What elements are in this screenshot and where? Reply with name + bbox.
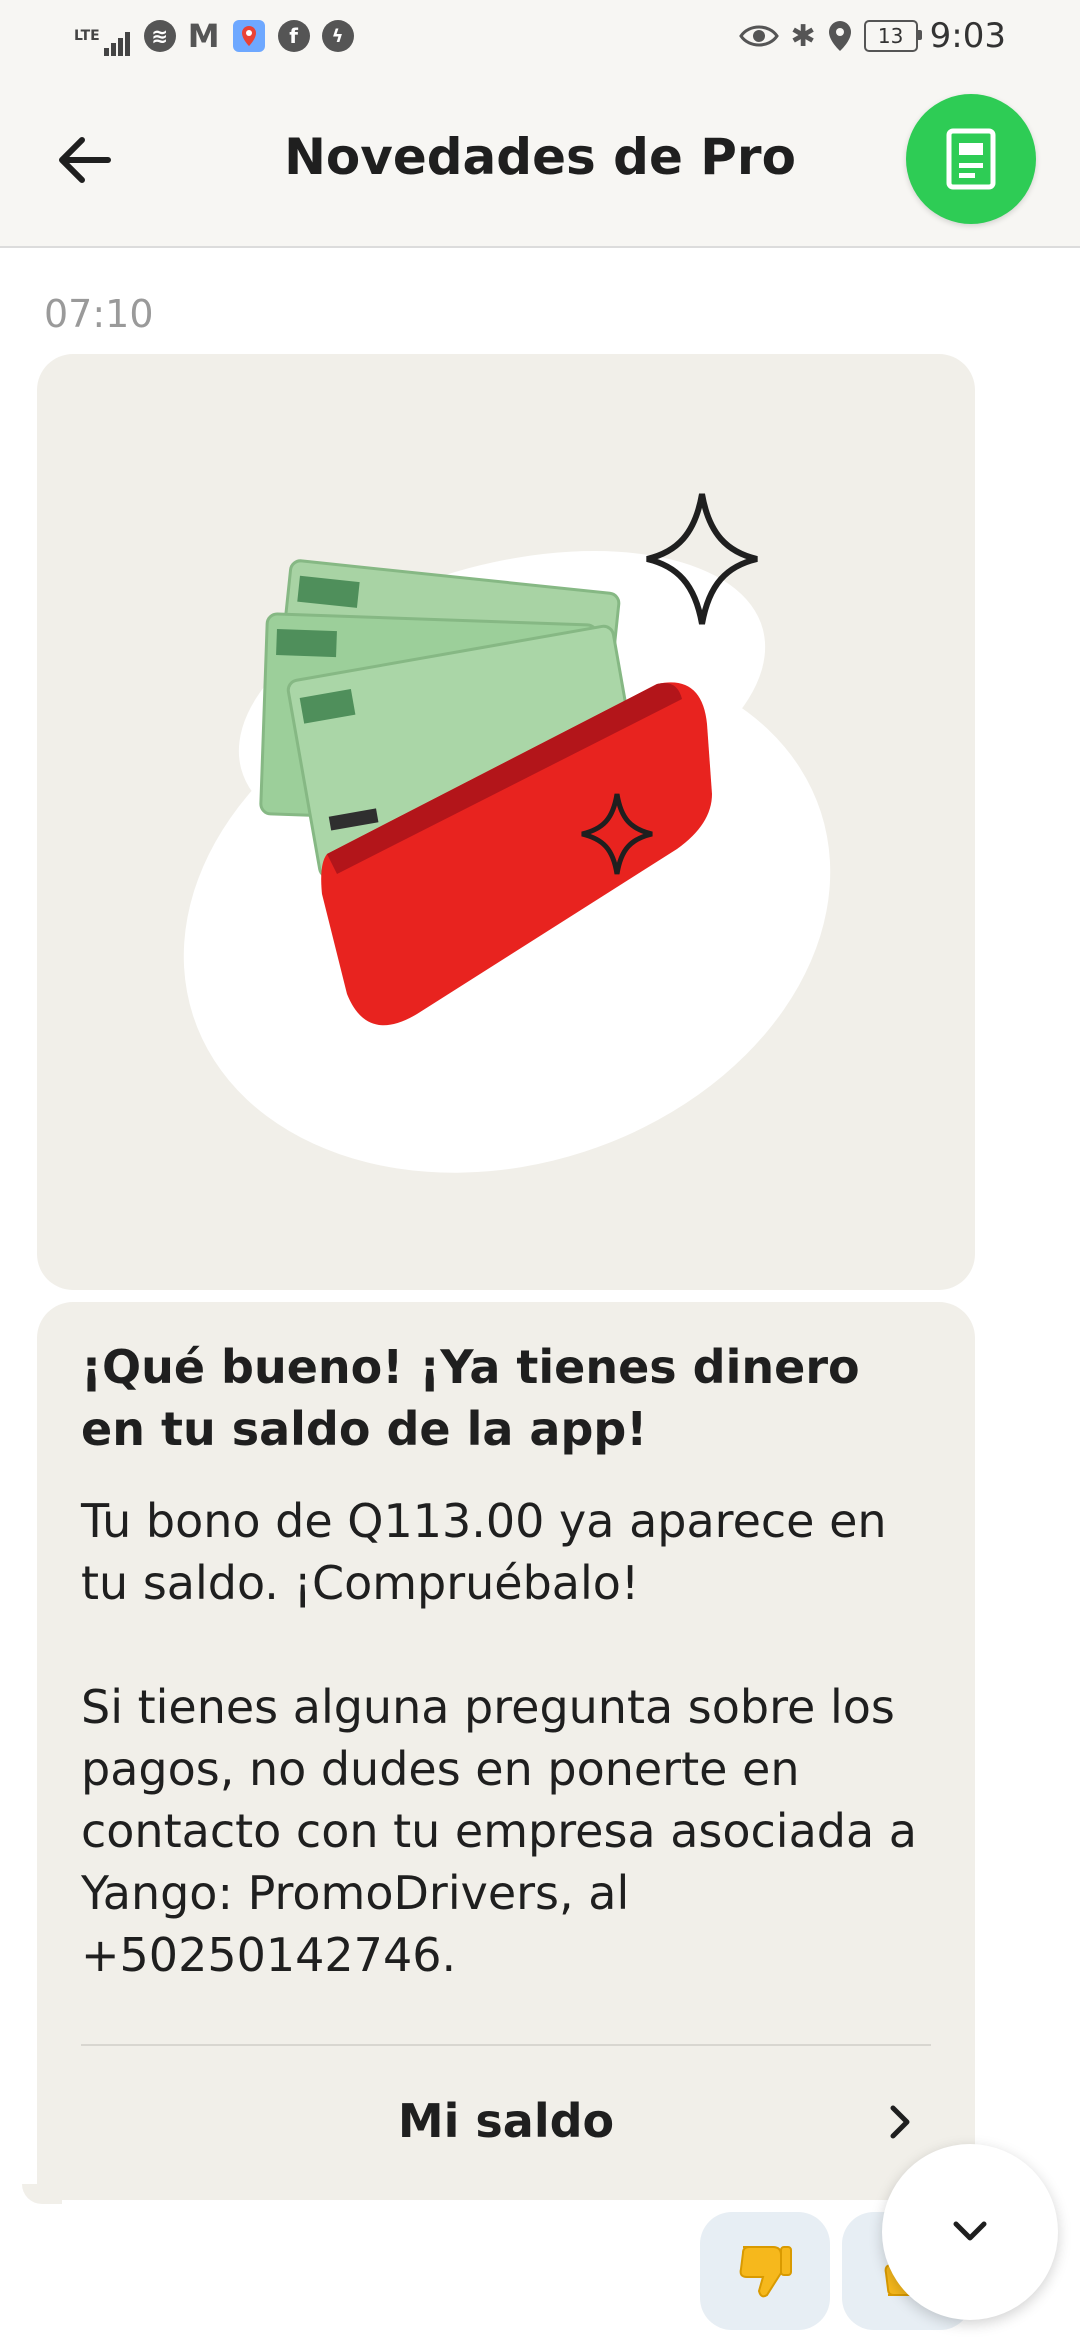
- clock: 9:03: [929, 16, 1006, 56]
- message-body-1: Tu bono de Q113.00 ya aparece en tu sald…: [81, 1494, 887, 1610]
- message-bubble: ¡Qué bueno! ¡Ya tienes dinero en tu sald…: [37, 1302, 975, 2200]
- message-body-2: Si tienes alguna pregunta sobre los pago…: [81, 1680, 917, 1982]
- network-type: LTE: [74, 28, 100, 44]
- facebook-icon: f: [277, 20, 310, 52]
- battery-icon: 13: [863, 20, 922, 52]
- app-header: Novedades de Pro: [0, 72, 1080, 248]
- signal-icon: LTE: [74, 16, 132, 56]
- bubble-tail: [22, 2184, 62, 2204]
- spotify-icon: ≋: [143, 20, 176, 52]
- chevron-down-icon: [953, 2221, 987, 2241]
- eye-icon: [738, 22, 779, 50]
- scroll-down-button[interactable]: [882, 2144, 1058, 2320]
- location-icon: [828, 20, 852, 52]
- gmail-icon: M: [187, 17, 220, 55]
- documents-button[interactable]: [906, 94, 1036, 224]
- status-bar: LTE ≋ M f ϟ ✱ 13 9:03: [0, 0, 1080, 72]
- thumbs-down-button[interactable]: [700, 2212, 830, 2330]
- maps-icon: [232, 19, 266, 53]
- message-timestamp: 07:10: [44, 292, 154, 336]
- wallet-money-illustration: [183, 493, 831, 1173]
- chevron-right-icon: [890, 2105, 910, 2139]
- bluetooth-icon: ✱: [790, 18, 816, 54]
- battery-level: 13: [877, 24, 904, 48]
- message-title: ¡Qué bueno! ¡Ya tienes dinero en tu sald…: [81, 1340, 860, 1456]
- status-right: ✱ 13 9:03: [738, 16, 1006, 56]
- message-image: [37, 354, 975, 1290]
- status-left: LTE ≋ M f ϟ: [74, 16, 354, 56]
- my-balance-button[interactable]: Mi saldo: [37, 2046, 975, 2196]
- document-icon: [946, 128, 996, 190]
- thumbs-down-icon: [739, 2246, 792, 2298]
- my-balance-label: Mi saldo: [397, 2094, 615, 2148]
- messenger-icon: ϟ: [321, 20, 354, 52]
